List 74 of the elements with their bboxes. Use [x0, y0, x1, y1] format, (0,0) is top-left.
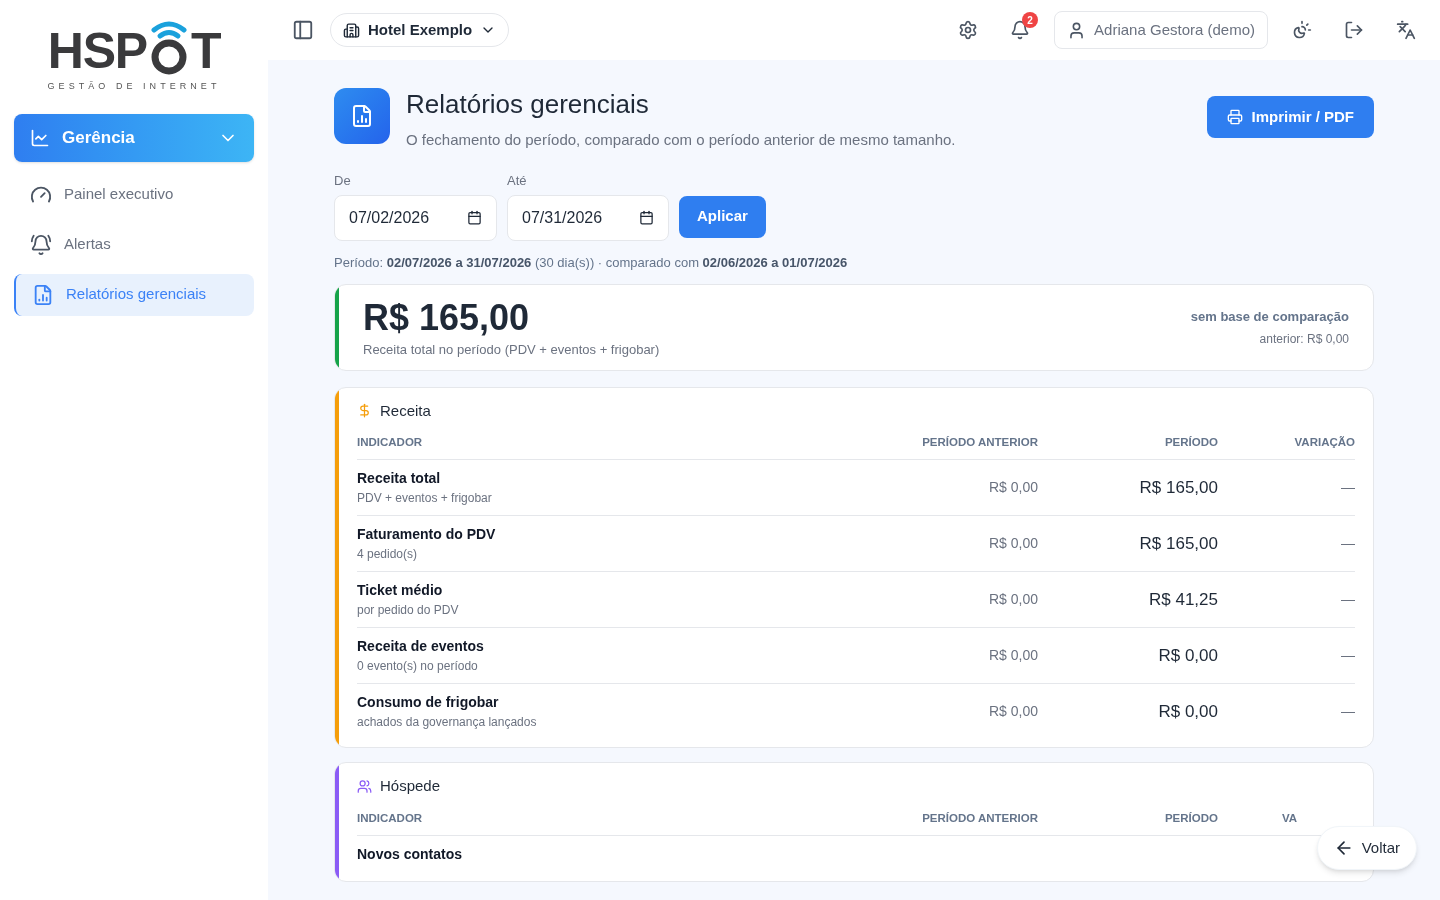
previous-value: anterior: R$ 0,00	[1259, 331, 1349, 348]
indicator-name: Faturamento do PDV	[357, 525, 497, 545]
column-header: PERÍODO	[1163, 435, 1218, 450]
field-label: Até	[507, 172, 528, 190]
indicator-name: Ticket médio	[357, 581, 444, 601]
table-cell-text: R$ 41,25	[1148, 589, 1218, 611]
table-cell-text: —	[1340, 702, 1355, 722]
dollar-icon	[357, 403, 372, 419]
page-title: Relatórios gerenciais	[406, 88, 650, 121]
field-label: De	[334, 172, 352, 190]
table-cell-text: —	[1340, 478, 1355, 498]
column-header: PERÍODO ANTERIOR	[921, 435, 1038, 450]
column-header: PERÍODO	[1163, 810, 1218, 826]
logo-wordmark: HSP	[47, 26, 147, 76]
table-cell-text: R$ 0,00	[987, 646, 1038, 666]
column-header: PERÍODO ANTERIOR	[921, 810, 1038, 826]
indicator-note: achados da governança lançados	[357, 714, 538, 732]
calendar-icon	[639, 210, 654, 225]
sidebar-item[interactable]: Alertas	[14, 223, 254, 266]
language-icon[interactable]	[1396, 20, 1416, 40]
table-cell-text: —	[1340, 590, 1355, 610]
theme-icon[interactable]	[1292, 20, 1312, 40]
bell-icon	[30, 233, 52, 256]
printer-icon	[1227, 109, 1244, 125]
table-cell-text: —	[1340, 534, 1355, 554]
settings-icon[interactable]	[958, 20, 979, 40]
indicator-name: Receita de eventos	[357, 637, 485, 657]
total-revenue: R$ 165,00	[363, 296, 531, 340]
users-icon	[357, 779, 372, 794]
date-field[interactable]: 07/31/2026	[507, 194, 669, 241]
apply-button[interactable]: Aplicar	[679, 195, 766, 238]
nav-group-header[interactable]: Gerência	[14, 113, 254, 162]
sidebar-toggle-icon[interactable]	[292, 19, 314, 41]
logout-icon[interactable]	[1344, 20, 1364, 40]
column-header: VA	[1281, 810, 1299, 826]
indicator-name: Novos contatos	[357, 845, 463, 864]
notification-badge: 2	[1022, 12, 1039, 28]
sidebar-item[interactable]: Relatórios gerenciais	[14, 273, 254, 316]
logo-wordmark: T	[190, 26, 221, 76]
column-header: INDICADOR	[357, 810, 424, 826]
column-header: VARIAÇÃO	[1293, 435, 1355, 450]
table-cell-text: R$ 0,00	[1157, 645, 1218, 667]
card-title: Receita	[380, 400, 431, 421]
card-title: Hóspede	[380, 776, 441, 797]
date-field[interactable]: 07/02/2026	[334, 194, 497, 241]
indicator-note: 4 pedido(s)	[357, 546, 419, 564]
logo-tagline: GESTÃO DE INTERNET	[47, 80, 221, 93]
chart-icon	[30, 127, 50, 148]
back-button[interactable]: Voltar	[1316, 826, 1417, 870]
table-cell-text: R$ 0,00	[987, 590, 1038, 610]
report-icon	[350, 104, 374, 128]
indicator-note: 0 evento(s) no período	[357, 658, 479, 676]
comparison-status: sem base de comparação	[1190, 307, 1349, 326]
table-cell-text: R$ 0,00	[987, 478, 1038, 498]
table-cell-text: R$ 165,00	[1138, 533, 1218, 555]
column-header: INDICADOR	[357, 435, 424, 450]
calendar-icon	[467, 210, 482, 225]
page-subtitle: O fechamento do período, comparado com o período anterior de mesmo tamanho.	[406, 129, 957, 150]
table-cell-text: R$ 165,00	[1138, 477, 1218, 499]
building-icon	[343, 21, 360, 39]
sidebar-item[interactable]: Painel executivo	[14, 173, 254, 216]
table-cell-text: R$ 0,00	[987, 702, 1038, 722]
table-cell-text: R$ 0,00	[987, 534, 1038, 554]
period-summary: Período: 02/07/2026 a 31/07/2026 (30 dia(s)) · comparado com 02/06/2026 a 01/07/2026	[334, 253, 849, 272]
print-button[interactable]: Imprimir / PDF	[1207, 96, 1374, 138]
total-caption: Receita total no período (PDV + eventos + frigobar)	[363, 341, 661, 359]
indicator-name: Consumo de frigobar	[357, 693, 500, 713]
user-menu[interactable]: Adriana Gestora (demo)	[1054, 11, 1268, 49]
table-cell-text: —	[1340, 646, 1355, 666]
indicator-note: por pedido do PDV	[357, 602, 460, 620]
indicator-name: Receita total	[357, 469, 442, 489]
table-cell-text: R$ 0,00	[1157, 701, 1218, 723]
report-icon	[32, 283, 54, 306]
indicator-note: PDV + eventos + frigobar	[357, 490, 493, 508]
